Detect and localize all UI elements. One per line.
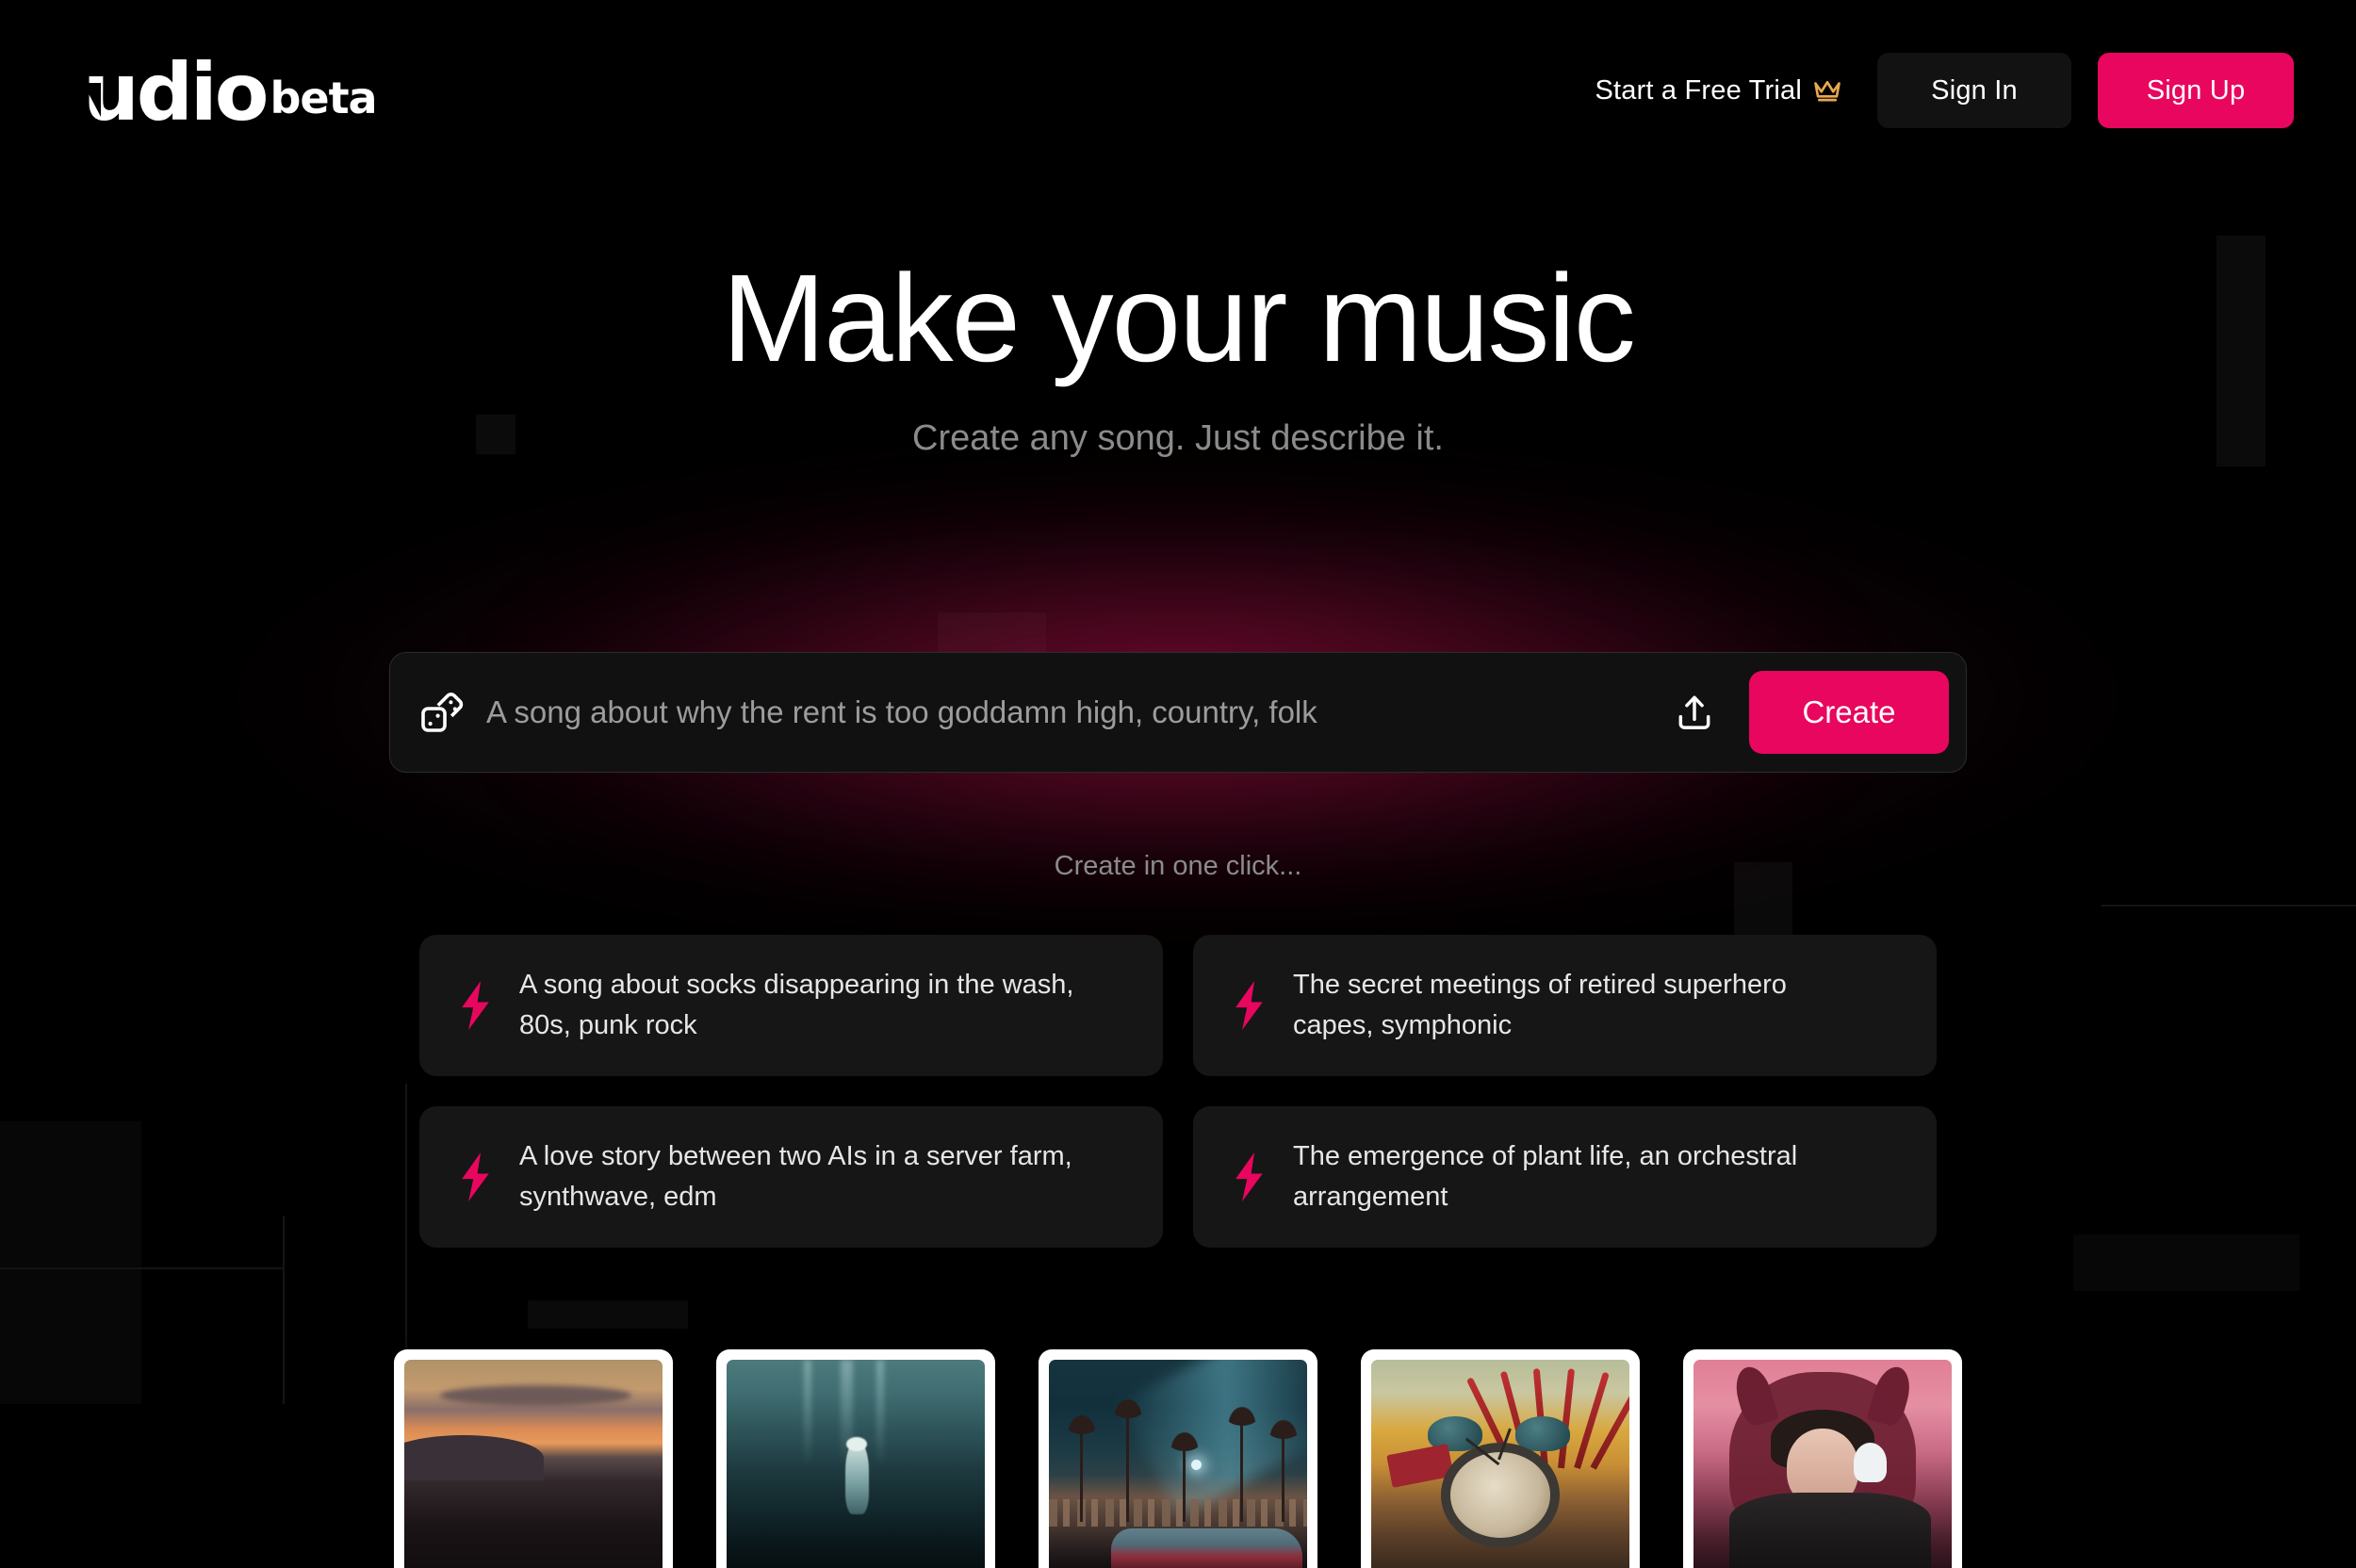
sunset-highway-artwork[interactable] bbox=[394, 1349, 673, 1568]
site-header: udio beta Start a Free Trial Sign In Sig… bbox=[0, 0, 2356, 179]
crown-icon bbox=[1813, 78, 1841, 103]
devil-girl-artwork[interactable] bbox=[1683, 1349, 1962, 1568]
prompt-bar: Create bbox=[389, 652, 1967, 773]
suggestion-card-label: A song about socks disappearing in the w… bbox=[519, 970, 1074, 1040]
prompt-input[interactable] bbox=[486, 694, 1661, 730]
lightning-bolt-icon bbox=[455, 1152, 495, 1201]
sign-up-button[interactable]: Sign Up bbox=[2098, 53, 2294, 128]
free-trial-label: Start a Free Trial bbox=[1595, 74, 1802, 106]
underwater-figure-artwork[interactable] bbox=[716, 1349, 995, 1568]
suggestion-card-label: A love story between two AIs in a server… bbox=[519, 1141, 1072, 1212]
header-actions: Start a Free Trial Sign In Sign Up bbox=[1585, 53, 2294, 128]
suggestion-card[interactable]: The emergence of plant life, an orchestr… bbox=[1193, 1106, 1937, 1248]
lightning-bolt-icon bbox=[1229, 981, 1268, 1030]
page-title: Make your music bbox=[722, 249, 1636, 387]
create-button[interactable]: Create bbox=[1749, 671, 1949, 754]
palm-trees-night-city-artwork[interactable] bbox=[1039, 1349, 1317, 1568]
one-click-heading: Create in one click... bbox=[1054, 851, 1302, 881]
upload-icon[interactable] bbox=[1674, 692, 1715, 733]
artwork-carousel bbox=[377, 1349, 1979, 1568]
page-subtitle: Create any song. Just describe it. bbox=[912, 418, 1444, 458]
suggestion-card-grid: A song about socks disappearing in the w… bbox=[419, 935, 1937, 1248]
suggestion-card[interactable]: A love story between two AIs in a server… bbox=[419, 1106, 1163, 1248]
alarm-clock-punk-artwork[interactable] bbox=[1361, 1349, 1640, 1568]
logo-wordmark: udio bbox=[83, 46, 269, 139]
prompt-bar-wrapper: Create bbox=[389, 652, 1967, 773]
sign-in-button[interactable]: Sign In bbox=[1877, 53, 2071, 128]
lightning-bolt-icon bbox=[455, 981, 495, 1030]
suggestion-card-label: The secret meetings of retired superhero… bbox=[1293, 970, 1787, 1040]
udio-logo[interactable]: udio beta bbox=[83, 46, 378, 139]
logo-notch bbox=[83, 83, 101, 117]
suggestion-card[interactable]: A song about socks disappearing in the w… bbox=[419, 935, 1163, 1076]
suggestion-card[interactable]: The secret meetings of retired superhero… bbox=[1193, 935, 1937, 1076]
suggestion-card-label: The emergence of plant life, an orchestr… bbox=[1293, 1141, 1798, 1212]
dice-icon[interactable] bbox=[418, 690, 464, 735]
lightning-bolt-icon bbox=[1229, 1152, 1268, 1201]
logo-beta-label: beta bbox=[270, 73, 377, 124]
start-free-trial-link[interactable]: Start a Free Trial bbox=[1585, 70, 1851, 112]
